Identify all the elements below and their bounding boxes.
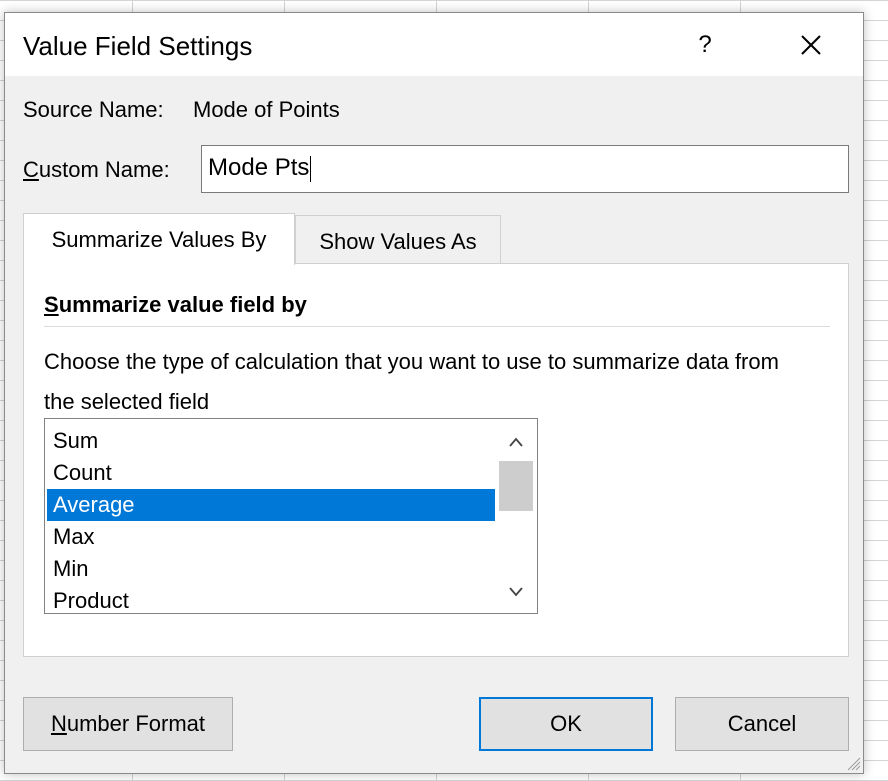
- list-item-count[interactable]: Count: [47, 457, 495, 489]
- close-button[interactable]: [789, 25, 833, 65]
- calculation-list: Sum Count Average Max Min Product: [47, 425, 495, 613]
- number-format-label: umber Format: [66, 711, 206, 736]
- list-item-min[interactable]: Min: [47, 553, 495, 585]
- custom-name-label: Custom Name:: [23, 157, 170, 183]
- chevron-down-icon: [509, 587, 523, 597]
- list-item-average[interactable]: Average: [47, 489, 495, 521]
- summarize-heading-text: ummarize value field by: [58, 292, 307, 317]
- custom-name-value: Mode Pts: [208, 154, 310, 181]
- source-name-label: Source Name:: [23, 97, 164, 122]
- number-format-button[interactable]: Number Format: [23, 697, 233, 751]
- list-scrollbar[interactable]: [497, 421, 535, 611]
- summarize-tab-panel: Summarize value field by Choose the type…: [23, 263, 849, 657]
- heading-divider: [44, 326, 830, 327]
- value-field-settings-dialog: Value Field Settings ? Source Name: Mode…: [4, 12, 864, 774]
- number-format-accesskey: N: [50, 711, 67, 736]
- calculation-listbox[interactable]: Sum Count Average Max Min Product: [44, 418, 538, 614]
- custom-name-label-text: ustom Name:: [38, 157, 170, 182]
- list-item-max[interactable]: Max: [47, 521, 495, 553]
- custom-name-input[interactable]: Mode Pts: [201, 145, 849, 193]
- source-name-value: Mode of Points: [193, 97, 340, 122]
- list-item-sum[interactable]: Sum: [47, 425, 495, 457]
- resize-grip-icon[interactable]: [843, 753, 861, 771]
- text-caret: [310, 155, 312, 182]
- summarize-description: Choose the type of calculation that you …: [44, 349, 779, 414]
- tab-show-values-as[interactable]: Show Values As: [295, 215, 501, 265]
- title-bar: Value Field Settings ?: [5, 13, 863, 76]
- close-icon: [801, 35, 821, 55]
- scroll-up-button[interactable]: [497, 425, 535, 459]
- cancel-button[interactable]: Cancel: [675, 697, 849, 751]
- summarize-heading-accesskey: S: [44, 292, 59, 317]
- tab-summarize-values-by[interactable]: Summarize Values By: [23, 213, 295, 265]
- scroll-down-button[interactable]: [497, 575, 535, 609]
- list-item-product[interactable]: Product: [47, 585, 495, 613]
- custom-name-accesskey: C: [23, 157, 39, 182]
- scroll-thumb[interactable]: [499, 461, 533, 511]
- summarize-heading: Summarize value field by: [44, 292, 307, 318]
- help-button[interactable]: ?: [685, 25, 725, 65]
- dialog-title: Value Field Settings: [23, 31, 253, 61]
- chevron-up-icon: [509, 437, 523, 447]
- ok-button[interactable]: OK: [479, 697, 653, 751]
